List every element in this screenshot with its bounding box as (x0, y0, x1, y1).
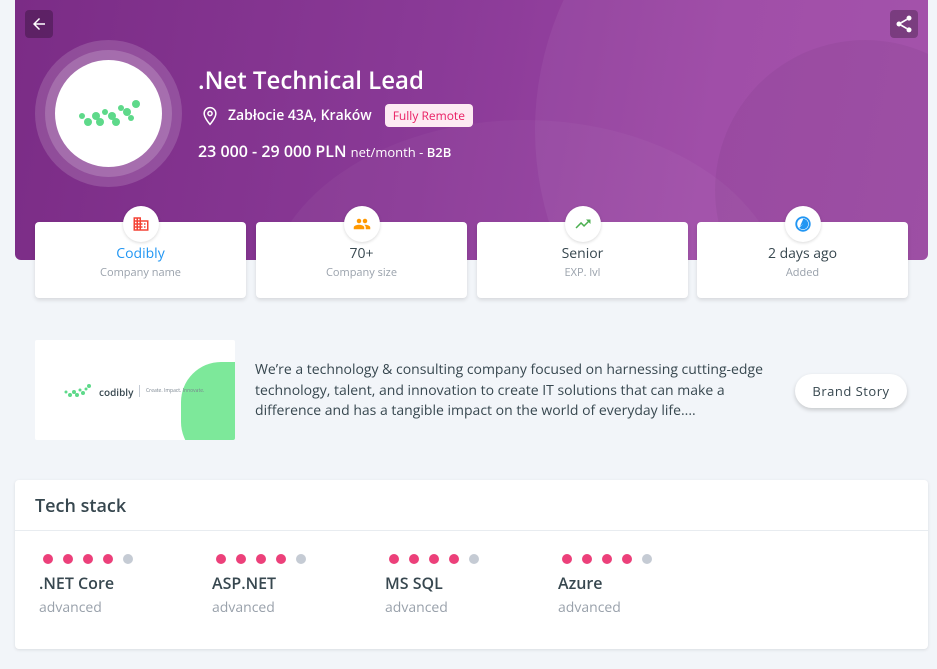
rating-dot (83, 554, 93, 564)
salary-amount: 23 000 - 29 000 PLN (198, 140, 347, 162)
skill-level: advanced (558, 598, 621, 617)
rating-dot (296, 554, 306, 564)
tech-stack-section: Tech stack .NET Core advanced ASP.NET advan… (15, 480, 928, 649)
codibly-logo-icon (78, 99, 140, 126)
rating-dot (622, 554, 632, 564)
trending-up-icon (575, 219, 590, 229)
brand-decoration (181, 362, 235, 440)
rating-dot (43, 554, 53, 564)
skill-rating (43, 554, 133, 564)
company-size-label: Company size (325, 265, 398, 280)
company-name-link[interactable]: Codibly (35, 244, 246, 263)
tech-stack-item: .NET Core advanced (39, 554, 133, 617)
rating-dot (409, 554, 419, 564)
skill-name: MS SQL (385, 572, 443, 594)
salary: 23 000 - 29 000 PLN net/month - B2B (198, 140, 451, 162)
job-title: .Net Technical Lead (198, 64, 424, 97)
brand-story-button[interactable]: Brand Story (795, 374, 907, 408)
skill-name: ASP.NET (212, 572, 277, 594)
clock-icon (794, 216, 811, 232)
share-button[interactable] (890, 10, 918, 38)
tech-stack-title: Tech stack (15, 480, 928, 531)
skill-rating (389, 554, 479, 564)
rating-dot (276, 554, 286, 564)
added-label: Added (785, 265, 820, 280)
skill-level: advanced (385, 598, 448, 617)
rating-dot (562, 554, 572, 564)
rating-dot (216, 554, 226, 564)
rating-dot (469, 554, 479, 564)
rating-dot (642, 554, 652, 564)
rating-dot (449, 554, 459, 564)
codibly-logo-icon (64, 384, 91, 397)
rating-dot (236, 554, 246, 564)
map-pin-icon (203, 106, 217, 125)
location-text: Zabłocie 43A, Kraków (228, 106, 372, 125)
company-logo (35, 40, 182, 187)
building-icon (133, 217, 148, 231)
back-button[interactable] (25, 10, 53, 38)
remote-badge: Fully Remote (384, 104, 473, 127)
brand-banner[interactable]: codibly Create. Impact. Innovate. (35, 340, 235, 440)
rating-dot (582, 554, 592, 564)
skill-name: .NET Core (39, 572, 115, 594)
experience-value: Senior (561, 244, 604, 263)
rating-dot (429, 554, 439, 564)
company-name-label: Company name (100, 265, 181, 280)
salary-period: net/month - (350, 143, 427, 161)
rating-dot (103, 554, 113, 564)
tech-stack-item: Azure advanced (558, 554, 652, 617)
skill-level: advanced (212, 598, 275, 617)
rating-dot (389, 554, 399, 564)
tech-stack-item: ASP.NET advanced (212, 554, 306, 617)
contract-type: B2B (426, 143, 452, 161)
brand-logo-name: codibly (99, 385, 134, 399)
share-icon (896, 15, 912, 33)
location-row: Zabłocie 43A, Kraków Fully Remote (200, 104, 473, 127)
brand-description: We’re a technology & consulting company … (255, 360, 763, 420)
rating-dot (602, 554, 612, 564)
brand-logo-tagline: Create. Impact. Innovate. (146, 388, 205, 394)
people-icon (353, 218, 370, 230)
skill-rating (216, 554, 306, 564)
skill-rating (562, 554, 652, 564)
arrow-left-icon (33, 18, 45, 30)
skill-level: advanced (39, 598, 102, 617)
tech-stack-item: MS SQL advanced (385, 554, 479, 617)
company-name-card: Codibly Company name (35, 206, 246, 298)
company-size-value: 70+ (349, 244, 374, 263)
rating-dot (123, 554, 133, 564)
company-size-card: 70+ Company size (256, 206, 467, 298)
rating-dot (256, 554, 266, 564)
experience-card: Senior EXP. lvl (477, 206, 688, 298)
added-value: 2 days ago (767, 244, 838, 263)
rating-dot (63, 554, 73, 564)
experience-label: EXP. lvl (564, 265, 601, 280)
skill-name: Azure (558, 572, 603, 594)
brand-divider (139, 385, 140, 397)
added-card: 2 days ago Added (697, 206, 908, 298)
